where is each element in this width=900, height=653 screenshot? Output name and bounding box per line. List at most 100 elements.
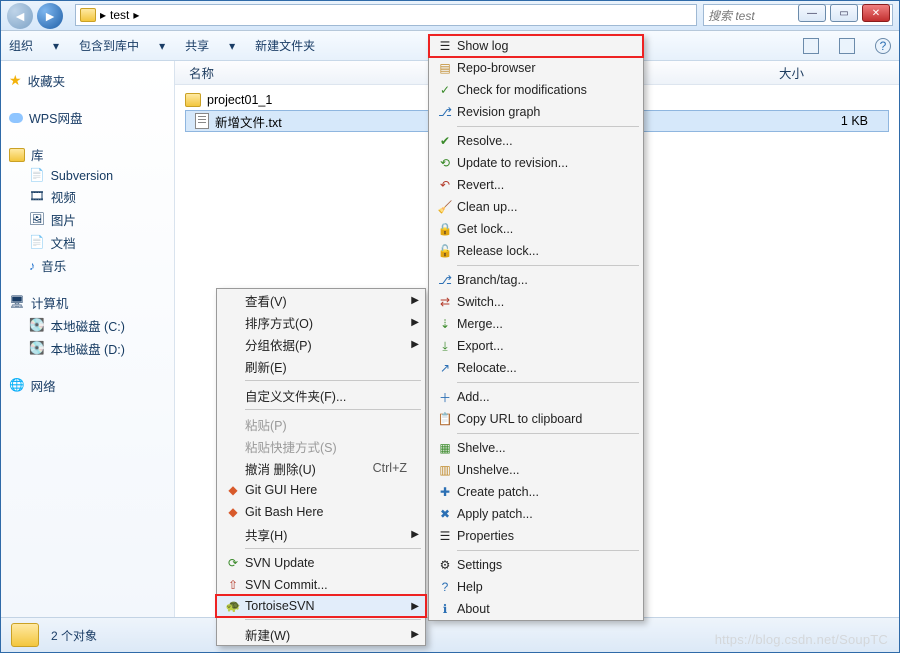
maximize-button[interactable]: ▭ — [830, 4, 858, 22]
tortoise-submenu: ☰Show log ▤Repo-browser ✓Check for modif… — [428, 34, 644, 621]
svn-switch[interactable]: ⇄Switch... — [429, 291, 643, 313]
ctx-tortoisesvn[interactable]: 🐢TortoiseSVN▶ — [216, 595, 426, 617]
relocate-icon: ↗ — [433, 361, 457, 375]
toolbar-newfolder[interactable]: 新建文件夹 — [255, 37, 315, 54]
ctx-new[interactable]: 新建(W)▶ — [217, 623, 425, 645]
ctx-undo[interactable]: 撤消 删除(U)Ctrl+Z — [217, 457, 425, 479]
svn-resolve[interactable]: ✔Resolve... — [429, 130, 643, 152]
ctx-view[interactable]: 查看(V)▶ — [217, 289, 425, 311]
svn-commit-icon: ⇧ — [221, 578, 245, 592]
cloud-icon — [9, 113, 23, 123]
computer-icon: 🖥 — [9, 295, 25, 310]
toolbar-share[interactable]: 共享 — [185, 37, 209, 54]
svn-apply-patch[interactable]: ✖Apply patch... — [429, 503, 643, 525]
log-icon: ☰ — [433, 39, 457, 53]
ctx-paste-shortcut: 粘贴快捷方式(S) — [217, 435, 425, 457]
sidebar-item-documents[interactable]: 📄文档 — [5, 231, 170, 254]
ctx-group[interactable]: 分组依据(P)▶ — [217, 333, 425, 355]
ctx-share[interactable]: 共享(H)▶ — [217, 523, 425, 545]
lock-icon: 🔒 — [433, 222, 457, 236]
svn-show-log[interactable]: ☰Show log — [429, 35, 643, 57]
forward-button[interactable]: ► — [37, 3, 63, 29]
merge-icon: ⇣ — [433, 317, 457, 331]
settings-icon: ⚙ — [433, 558, 457, 572]
git-icon: ◆ — [221, 505, 245, 519]
svn-repo-browser[interactable]: ▤Repo-browser — [429, 57, 643, 79]
sidebar-network[interactable]: 🌐网络 — [5, 374, 170, 397]
sidebar-item-pictures[interactable]: 🖼图片 — [5, 208, 170, 231]
sidebar-computer[interactable]: 🖥计算机 — [5, 291, 170, 314]
breadcrumb-folder[interactable]: test — [110, 8, 129, 22]
graph-icon: ⎇ — [433, 105, 457, 119]
props-icon: ☰ — [433, 529, 457, 543]
txt-icon — [195, 113, 209, 129]
svn-create-patch[interactable]: ✚Create patch... — [429, 481, 643, 503]
apply-patch-icon: ✖ — [433, 507, 457, 521]
ctx-git-gui[interactable]: ◆Git GUI Here — [217, 479, 425, 501]
svn-check-mods[interactable]: ✓Check for modifications — [429, 79, 643, 101]
branch-icon: ⎇ — [433, 273, 457, 287]
svn-copy-url[interactable]: 📋Copy URL to clipboard — [429, 408, 643, 430]
svn-export[interactable]: ⤓Export... — [429, 335, 643, 357]
sidebar-favorites[interactable]: ★收藏夹 — [5, 69, 170, 92]
svn-revert[interactable]: ↶Revert... — [429, 174, 643, 196]
breadcrumb[interactable]: ▸ test ▸ — [75, 4, 697, 26]
check-icon: ✓ — [433, 83, 457, 97]
sidebar-item-music[interactable]: ♪音乐 — [5, 254, 170, 277]
preview-pane-icon[interactable] — [839, 38, 855, 54]
folder-icon — [185, 93, 201, 107]
help-icon: ? — [433, 580, 457, 594]
ctx-refresh[interactable]: 刷新(E) — [217, 355, 425, 377]
sidebar-item-subversion[interactable]: 📄Subversion — [5, 166, 170, 185]
toolbar-include[interactable]: 包含到库中 — [79, 37, 139, 54]
patch-icon: ✚ — [433, 485, 457, 499]
ctx-svn-update[interactable]: ⟳SVN Update — [217, 552, 425, 574]
sidebar-wps[interactable]: WPS网盘 — [5, 106, 170, 129]
ctx-git-bash[interactable]: ◆Git Bash Here — [217, 501, 425, 523]
folder-icon — [9, 148, 25, 162]
svn-branch-tag[interactable]: ⎇Branch/tag... — [429, 269, 643, 291]
svn-settings[interactable]: ⚙Settings — [429, 554, 643, 576]
pic-icon: 🖼 — [29, 212, 45, 227]
sidebar-libraries[interactable]: 库 — [5, 143, 170, 166]
sidebar-item-videos[interactable]: 🎞视频 — [5, 185, 170, 208]
ctx-sort[interactable]: 排序方式(O)▶ — [217, 311, 425, 333]
svn-add[interactable]: ＋Add... — [429, 386, 643, 408]
sidebar-item-disk-d[interactable]: 💽本地磁盘 (D:) — [5, 337, 170, 360]
unlock-icon: 🔓 — [433, 244, 457, 258]
toolbar-organize[interactable]: 组织 — [9, 37, 33, 54]
svn-about[interactable]: ℹAbout — [429, 598, 643, 620]
status-count: 2 个对象 — [51, 627, 97, 644]
video-icon: 🎞 — [29, 189, 45, 204]
export-icon: ⤓ — [433, 339, 457, 354]
svn-get-lock[interactable]: 🔒Get lock... — [429, 218, 643, 240]
col-size: 大小 — [779, 63, 899, 82]
svn-help[interactable]: ?Help — [429, 576, 643, 598]
svn-revision-graph[interactable]: ⎇Revision graph — [429, 101, 643, 123]
minimize-button[interactable]: — — [798, 4, 826, 22]
back-button[interactable]: ◄ — [7, 3, 33, 29]
svn-merge[interactable]: ⇣Merge... — [429, 313, 643, 335]
svn-release-lock[interactable]: 🔓Release lock... — [429, 240, 643, 262]
breadcrumb-sep: ▸ — [133, 8, 139, 22]
add-icon: ＋ — [433, 389, 457, 406]
svn-properties[interactable]: ☰Properties — [429, 525, 643, 547]
sidebar-item-disk-c[interactable]: 💽本地磁盘 (C:) — [5, 314, 170, 337]
svn-cleanup[interactable]: 🧹Clean up... — [429, 196, 643, 218]
view-mode-icon[interactable] — [803, 38, 819, 54]
doc-icon: 📄 — [29, 168, 45, 183]
svn-shelve[interactable]: ▦Shelve... — [429, 437, 643, 459]
help-icon[interactable]: ? — [875, 38, 891, 54]
doc-icon: 📄 — [29, 235, 45, 250]
svn-update-to-rev[interactable]: ⟲Update to revision... — [429, 152, 643, 174]
file-size: 1 KB — [788, 114, 888, 128]
ctx-customize[interactable]: 自定义文件夹(F)... — [217, 384, 425, 406]
shelve-icon: ▦ — [433, 441, 457, 455]
breadcrumb-sep: ▸ — [100, 8, 106, 22]
svn-relocate[interactable]: ↗Relocate... — [429, 357, 643, 379]
network-icon: 🌐 — [9, 378, 25, 393]
close-button[interactable]: ✕ — [862, 4, 890, 22]
unshelve-icon: ▥ — [433, 463, 457, 477]
ctx-svn-commit[interactable]: ⇧SVN Commit... — [217, 574, 425, 596]
svn-unshelve[interactable]: ▥Unshelve... — [429, 459, 643, 481]
